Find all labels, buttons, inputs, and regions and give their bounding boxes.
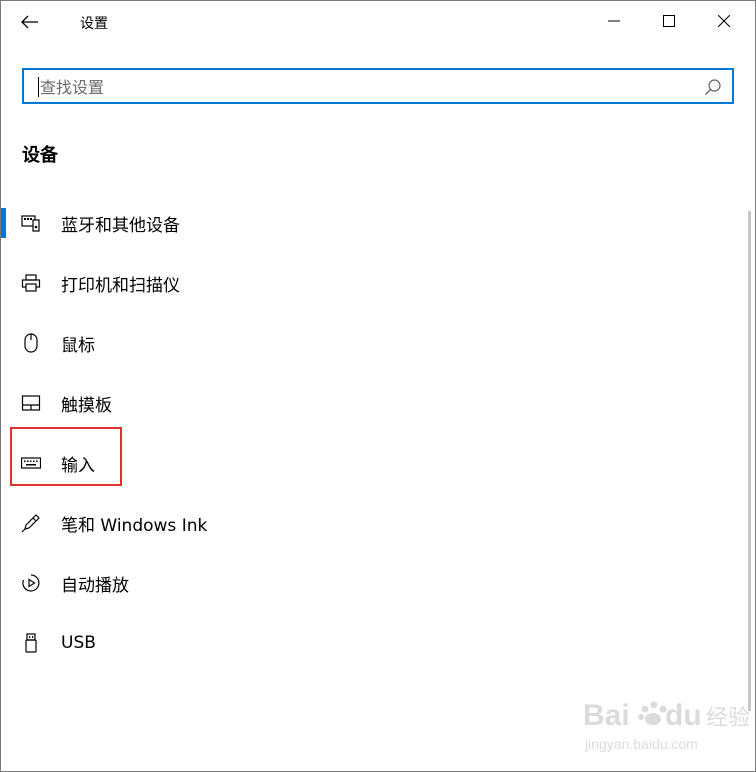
minimize-button[interactable]	[591, 5, 637, 37]
bluetooth-devices-icon	[21, 213, 41, 233]
touchpad-icon	[21, 393, 41, 413]
mouse-icon	[21, 333, 41, 353]
baidu-watermark-logo: Bai du 经验 jingyan.baidu.com	[583, 699, 750, 752]
sidebar-item-touchpad[interactable]: 触摸板	[1, 373, 741, 433]
scrollbar[interactable]	[748, 211, 751, 711]
sidebar-item-printers[interactable]: 打印机和扫描仪	[1, 253, 741, 313]
svg-text:du: du	[665, 699, 702, 732]
sidebar-item-label: 触摸板	[61, 395, 112, 416]
sidebar-item-pen[interactable]: 笔和 Windows Ink	[1, 493, 741, 553]
svg-text:jingyan.baidu.com: jingyan.baidu.com	[584, 736, 698, 752]
sidebar-item-label: 鼠标	[61, 335, 95, 356]
sidebar-item-bluetooth[interactable]: 蓝牙和其他设备	[1, 193, 741, 253]
close-icon	[718, 15, 730, 27]
usb-icon	[21, 633, 41, 653]
sidebar-item-usb[interactable]: USB	[1, 613, 741, 673]
printer-icon	[21, 273, 41, 293]
window-title: 设置	[80, 16, 108, 32]
section-title: 设备	[22, 145, 58, 166]
sidebar-item-label: 打印机和扫描仪	[61, 275, 180, 296]
sidebar-item-label: 蓝牙和其他设备	[61, 215, 180, 236]
search-box[interactable]	[22, 68, 734, 104]
settings-window: 设置 设备	[0, 0, 756, 772]
search-input[interactable]	[38, 76, 692, 98]
selected-indicator	[1, 208, 6, 238]
sidebar-item-mouse[interactable]: 鼠标	[1, 313, 741, 373]
maximize-icon	[663, 15, 675, 27]
svg-text:经验: 经验	[706, 705, 750, 730]
sidebar-item-label: 自动播放	[61, 575, 129, 596]
maximize-button[interactable]	[646, 5, 692, 37]
annotation-highlight-box	[10, 427, 122, 486]
search-icon[interactable]	[704, 78, 722, 96]
text-caret	[38, 77, 39, 97]
back-button[interactable]	[15, 9, 45, 35]
close-button[interactable]	[701, 5, 747, 37]
back-arrow-icon	[21, 15, 38, 29]
autoplay-icon	[21, 573, 41, 593]
sidebar-item-autoplay[interactable]: 自动播放	[1, 553, 741, 613]
pen-icon	[21, 513, 41, 533]
sidebar-item-label: USB	[61, 633, 96, 653]
minimize-icon	[608, 20, 620, 22]
title-bar: 设置	[1, 1, 755, 43]
sidebar-item-label: 笔和 Windows Ink	[61, 515, 208, 536]
svg-text:Bai: Bai	[583, 699, 630, 732]
